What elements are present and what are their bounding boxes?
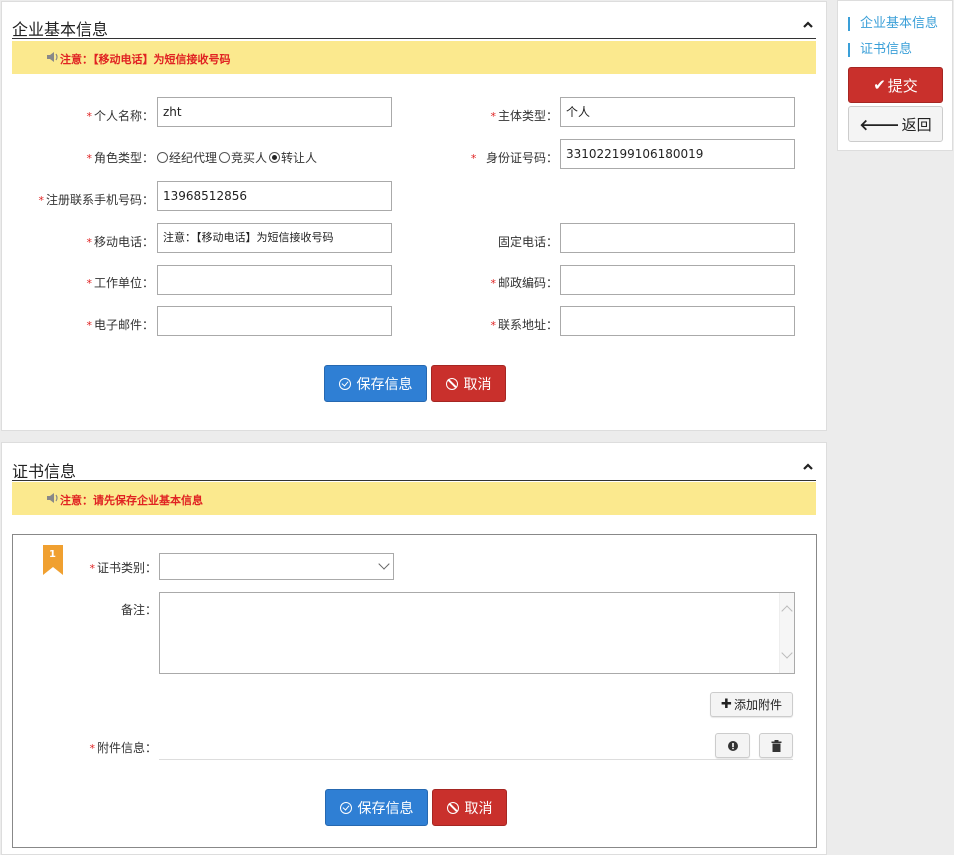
chevron-up-icon[interactable] (802, 462, 814, 472)
attachment-line (159, 759, 793, 760)
role-radio-transferor[interactable]: 转让人 (269, 149, 317, 166)
radio-circle (219, 152, 231, 163)
speaker-icon (47, 493, 58, 503)
upload-icon (727, 740, 738, 751)
certificate-index: 1 (49, 549, 56, 560)
save-certificate-button[interactable]: 保存信息 (325, 789, 428, 826)
scroll-down-icon[interactable] (781, 647, 793, 659)
address-label: * 联系地址： (490, 318, 558, 332)
role-radio-group: 经纪代理 竞买人 转让人 (157, 149, 319, 166)
notice-text: 注意：【移动电话】为短信接收号码 (60, 53, 231, 66)
id-number-label: * 身份证号码： (470, 151, 558, 165)
cancel-certificate-button[interactable]: 取消 (432, 789, 507, 826)
subject-type-input[interactable]: 个人 (560, 97, 795, 127)
category-select[interactable] (159, 553, 394, 580)
scrollbar[interactable] (779, 593, 794, 673)
category-label: * 证书类别： (89, 561, 157, 575)
email-label: * 电子邮件： (86, 318, 154, 332)
trash-icon (771, 739, 781, 752)
upload-button[interactable] (715, 733, 750, 758)
work-unit-label: * 工作单位： (86, 276, 154, 290)
company-info-title: 企业基本信息 (12, 20, 109, 39)
company-info-panel: 企业基本信息 注意：【移动电话】为短信接收号码 * 个人名称： zht * 主体类型… (1, 1, 827, 431)
name-input[interactable]: zht (157, 97, 392, 127)
add-attachment-button[interactable]: ✚ 添加附件 (710, 692, 793, 717)
sidebar-link-certificate[interactable]: 证书信息 (848, 43, 912, 57)
mobile-input[interactable]: 注意：【移动电话】为短信接收号码 (157, 223, 392, 253)
plus-icon: ✚ (721, 697, 732, 712)
radio-circle (157, 152, 168, 163)
cancel-button[interactable]: 取消 (431, 365, 506, 402)
certificate-panel: 证书信息 注意：请先保存企业基本信息 1 * 证书类别： 备注： ✚ 添加附件 * 附… (1, 442, 827, 855)
subject-type-label: * 主体类型： (490, 109, 558, 123)
title-divider (12, 480, 816, 481)
name-label: * 个人名称： (86, 109, 154, 123)
remark-textarea[interactable] (159, 592, 795, 674)
address-input[interactable] (560, 306, 795, 336)
check-circle-icon (338, 377, 351, 390)
id-number-input[interactable]: 331022199106180019 (560, 139, 795, 169)
reg-phone-input[interactable]: 13968512856 (157, 181, 392, 211)
landline-label: 固定电话： (497, 235, 558, 249)
side-nav-panel: 企业基本信息 证书信息 ✔ 提交 🡐 返回 (837, 0, 953, 151)
check-circle-icon (339, 801, 352, 814)
save-info-button[interactable]: 保存信息 (324, 365, 427, 402)
title-divider (12, 38, 816, 39)
role-radio-bidder[interactable]: 竞买人 (219, 149, 267, 166)
mobile-label: * 移动电话： (86, 235, 154, 249)
notice-text: 注意：请先保存企业基本信息 (60, 494, 203, 507)
speaker-icon (47, 52, 58, 62)
chevron-down-icon (378, 558, 390, 570)
submit-button[interactable]: ✔ 提交 (848, 67, 943, 103)
postcode-input[interactable] (560, 265, 795, 295)
chevron-up-icon[interactable] (802, 20, 814, 30)
role-radio-agent[interactable]: 经纪代理 (157, 149, 217, 166)
reg-phone-label: * 注册联系手机号码： (38, 193, 154, 207)
check-icon: ✔ (873, 76, 886, 94)
delete-button[interactable] (759, 733, 793, 758)
certificate-title: 证书信息 (12, 462, 77, 481)
remark-label: 备注： (120, 603, 157, 617)
postcode-label: * 邮政编码： (490, 276, 558, 290)
radio-circle-checked (269, 152, 281, 163)
notice-bar: 注意：请先保存企业基本信息 (12, 482, 816, 515)
attachment-label: * 附件信息： (89, 741, 157, 755)
ban-icon (446, 801, 459, 814)
back-button[interactable]: 🡐 返回 (848, 106, 943, 142)
arrow-left-icon: 🡐 (859, 115, 900, 134)
notice-bar: 注意：【移动电话】为短信接收号码 (12, 41, 816, 74)
landline-input[interactable] (560, 223, 795, 253)
scroll-up-icon[interactable] (781, 605, 793, 617)
email-input[interactable] (157, 306, 392, 336)
sidebar-link-company-info[interactable]: 企业基本信息 (848, 17, 938, 31)
certificate-item-box: 1 * 证书类别： 备注： ✚ 添加附件 * 附件信息： 保存信息 取消 (12, 534, 817, 848)
work-unit-input[interactable] (157, 265, 392, 295)
role-label: * 角色类型： (86, 151, 154, 165)
ban-icon (445, 377, 458, 390)
